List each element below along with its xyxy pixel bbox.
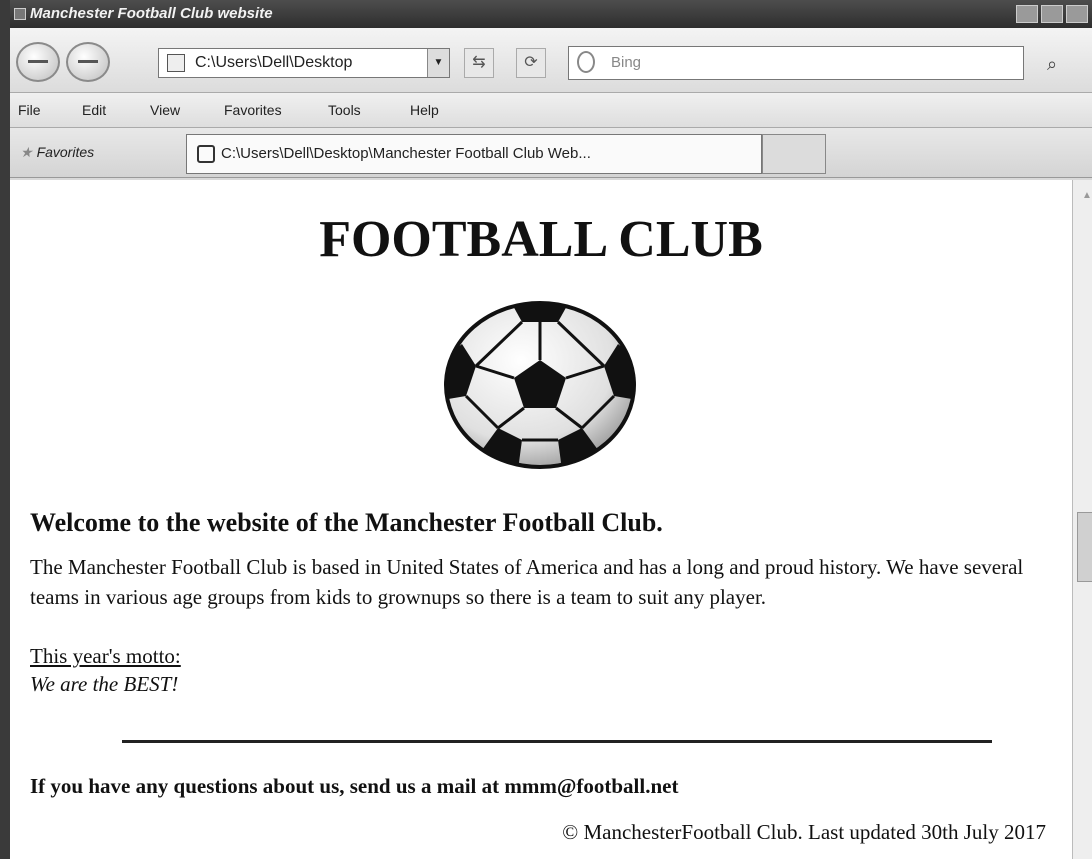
contact-line: If you have any questions about us, send… (30, 774, 679, 798)
page-content: FOOTBALL CLUB Welcome to the website of … (10, 180, 1072, 859)
menu-help[interactable]: Help (410, 93, 439, 127)
search-input[interactable]: Bing (568, 46, 1024, 80)
new-tab-button[interactable] (762, 134, 826, 174)
menu-favorites[interactable]: Favorites (224, 93, 282, 127)
menu-tools[interactable]: Tools (328, 93, 361, 127)
back-button[interactable] (16, 42, 60, 82)
tab-label: C:\Users\Dell\Desktop\Manchester Footbal… (221, 145, 591, 162)
menu-edit[interactable]: Edit (82, 93, 106, 127)
menu-view[interactable]: View (150, 93, 180, 127)
menu-bar: File Edit View Favorites Tools Help (10, 92, 1092, 128)
back-arrow-icon (28, 60, 48, 63)
maximize-button[interactable] (1041, 5, 1063, 23)
favorites-bar: ★ Favorites C:\Users\Dell\Desktop\Manches… (10, 128, 1092, 178)
address-bar[interactable]: C:\Users\Dell\Desktop ▼ (158, 48, 450, 78)
favorites-button[interactable]: ★ Favorites (20, 128, 94, 176)
motto-text: We are the BEST! (30, 672, 179, 696)
search-go-button[interactable]: ⌕ (1038, 50, 1066, 78)
forward-arrow-icon (78, 60, 98, 63)
tab-active[interactable]: C:\Users\Dell\Desktop\Manchester Footbal… (186, 134, 762, 174)
menu-file[interactable]: File (18, 93, 41, 127)
motto-label: This year's motto: (30, 644, 181, 668)
ie-icon (197, 145, 215, 163)
football-image (444, 301, 636, 469)
compatibility-view-button[interactable]: ⇆ (464, 48, 494, 78)
window-controls (1016, 5, 1088, 23)
browser-window: Manchester Football Club website C:\User… (0, 0, 1092, 859)
close-button[interactable] (1066, 5, 1088, 23)
star-icon: ★ (20, 144, 33, 160)
search-placeholder: Bing (611, 54, 642, 71)
app-icon (14, 8, 26, 20)
navigation-toolbar: C:\Users\Dell\Desktop ▼ ⇆ ⟳ Bing ⌕ (10, 28, 1092, 92)
page-icon (167, 54, 185, 72)
scroll-up-icon[interactable]: ▲ (1075, 184, 1092, 208)
refresh-button[interactable]: ⟳ (516, 48, 546, 78)
search-icon (577, 51, 595, 73)
forward-button[interactable] (66, 42, 110, 82)
minimize-button[interactable] (1016, 5, 1038, 23)
footer-copyright: © ManchesterFootball Club. Last updated … (562, 820, 1046, 844)
address-text: C:\Users\Dell\Desktop (195, 54, 353, 71)
horizontal-rule (122, 740, 992, 743)
scrollbar-thumb[interactable] (1077, 512, 1092, 582)
favorites-label: Favorites (36, 144, 95, 160)
welcome-heading: Welcome to the website of the Manchester… (30, 508, 663, 537)
address-dropdown-button[interactable]: ▼ (427, 49, 449, 77)
title-bar: Manchester Football Club website (10, 0, 1092, 28)
intro-paragraph: The Manchester Football Club is based in… (30, 555, 1024, 609)
page-title: FOOTBALL CLUB (319, 211, 763, 268)
vertical-scrollbar[interactable]: ▲ (1072, 180, 1092, 859)
window-title: Manchester Football Club website (30, 5, 273, 22)
